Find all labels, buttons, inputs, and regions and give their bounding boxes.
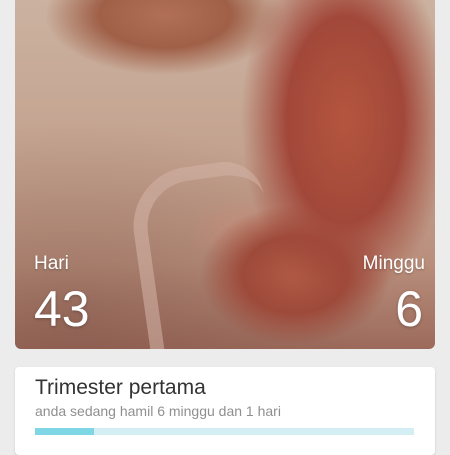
trimester-progress-fill <box>35 428 94 435</box>
trimester-progress-bar <box>35 428 414 435</box>
trimester-card[interactable]: Trimester pertama anda sedang hamil 6 mi… <box>15 367 435 455</box>
days-count: 43 <box>34 281 90 337</box>
pregnancy-duration-text: anda sedang hamil 6 minggu dan 1 hari <box>35 403 281 419</box>
umbilical-cord-shape <box>125 156 289 349</box>
weeks-label: Minggu <box>362 253 425 274</box>
trimester-title: Trimester pertama <box>35 376 206 399</box>
weeks-count: 6 <box>395 281 423 337</box>
fetus-image-panel: Hari 43 Minggu 6 <box>15 0 435 349</box>
days-label: Hari <box>34 253 69 274</box>
